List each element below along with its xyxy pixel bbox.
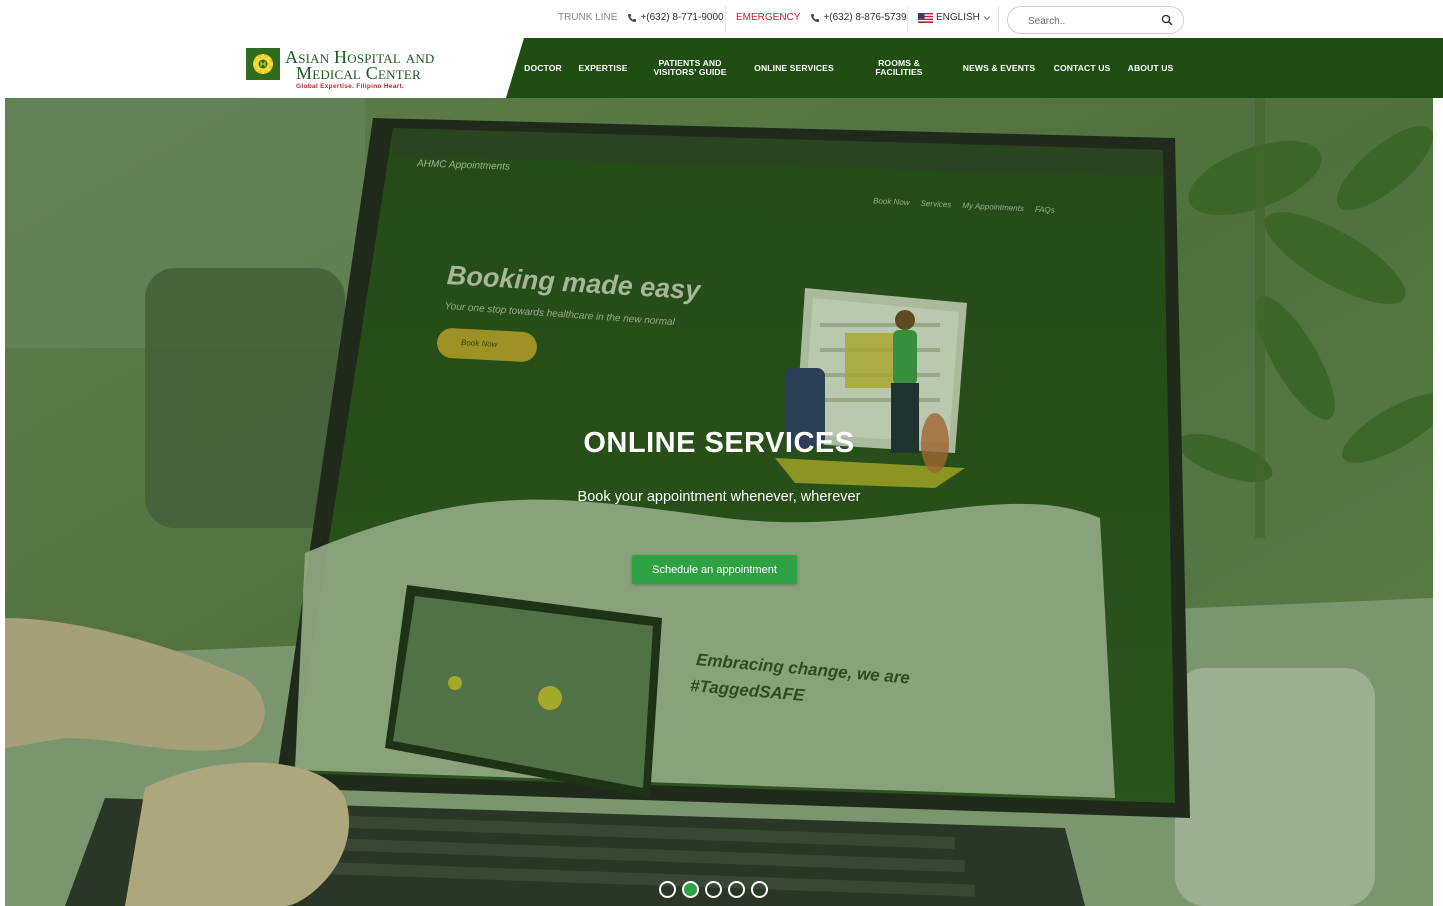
slide-dot-5[interactable] — [751, 881, 768, 898]
nav-item-news-events[interactable]: NEWS & EVENTS — [956, 38, 1042, 98]
emergency-phone[interactable]: +(632) 8-876-5739 — [823, 12, 906, 23]
top-utility-bar: TRUNK LINE +(632) 8-771-9000 EMERGENCY +… — [0, 0, 1443, 38]
trunk-line-label: TRUNK LINE — [558, 12, 618, 23]
divider — [725, 6, 726, 32]
nav-item-expertise[interactable]: EXPERTISE — [573, 38, 633, 98]
chevron-down-icon — [983, 15, 991, 20]
nav-item-rooms-facilities[interactable]: ROOMS & FACILITIES — [866, 38, 932, 98]
slide-dot-4[interactable] — [728, 881, 745, 898]
phone-icon — [811, 13, 820, 22]
search-icon[interactable] — [1161, 14, 1173, 26]
phone-icon — [628, 13, 637, 22]
hospital-logo-icon — [246, 48, 280, 80]
nav-item-patients-visitors-guide[interactable]: PATIENTS AND VISITORS' GUIDE — [646, 38, 734, 98]
hero-subtitle: Book your appointment whenever, wherever — [577, 489, 861, 505]
slide-dot-3[interactable] — [705, 881, 722, 898]
hospital-logo[interactable]: Asian Hospital and Medical Center Global… — [246, 46, 456, 92]
nav-item-contact-us[interactable]: CONTACT US — [1047, 38, 1117, 98]
nav-item-online-services[interactable]: ONLINE SERVICES — [746, 38, 842, 98]
trunk-line-phone[interactable]: +(632) 8-771-9000 — [640, 12, 723, 23]
logo-text-line2: Medical Center — [296, 63, 421, 83]
emergency-line: EMERGENCY +(632) 8-876-5739 — [736, 12, 907, 23]
logo-tagline: Global Expertise. Filipino Heart. — [296, 83, 405, 90]
trunk-line: TRUNK LINE +(632) 8-771-9000 — [558, 12, 724, 23]
language-selector[interactable]: ENGLISH — [918, 12, 991, 23]
main-header: Asian Hospital and Medical Center Global… — [0, 38, 1443, 98]
nav-item-about-us[interactable]: ABOUT US — [1122, 38, 1179, 98]
divider — [907, 6, 908, 32]
schedule-appointment-button[interactable]: Schedule an appointment — [632, 555, 797, 584]
language-label: ENGLISH — [936, 12, 980, 23]
slide-dot-2[interactable] — [682, 881, 699, 898]
hero-slider: AHMC Appointments Book Now Services My A… — [5, 98, 1433, 906]
us-flag-icon — [918, 12, 933, 23]
divider — [998, 6, 999, 32]
search-input[interactable] — [1028, 13, 1153, 29]
hero-title: ONLINE SERVICES — [583, 427, 855, 459]
emergency-label: EMERGENCY — [736, 12, 801, 23]
slide-dot-1[interactable] — [659, 881, 676, 898]
nav-item-doctor[interactable]: DOCTOR — [519, 38, 567, 98]
search-box — [1007, 6, 1184, 34]
slider-pagination — [659, 881, 774, 899]
